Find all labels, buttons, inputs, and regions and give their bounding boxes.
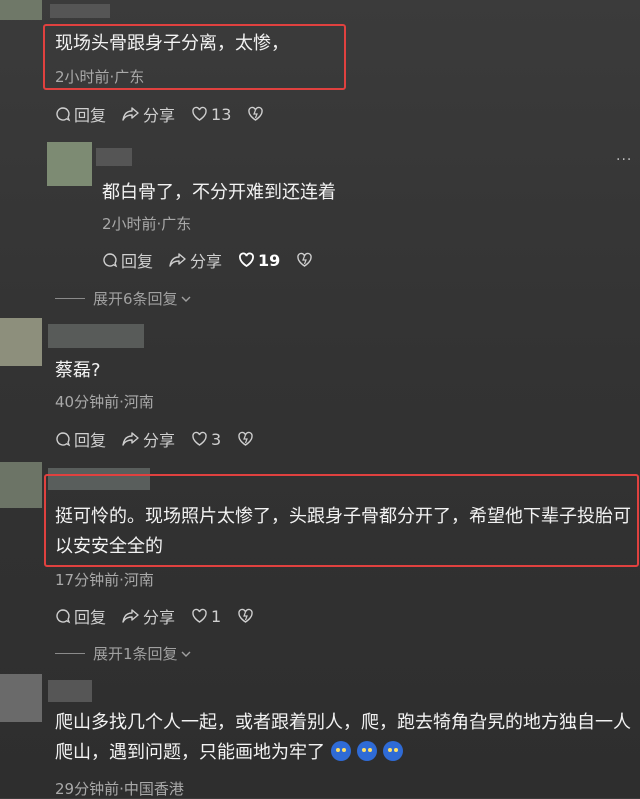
share-label: 分享	[143, 106, 176, 125]
comment-text: 爬山多找几个人一起，或者跟着别人，爬，跑去犄角旮旯的地方独自一人爬山，遇到问题，…	[55, 708, 635, 768]
comment-actions: 回复 分享 1	[55, 604, 273, 628]
reply-label: 回复	[74, 431, 107, 450]
dislike-heart-icon	[238, 431, 253, 446]
comment-text: 蔡磊?	[55, 360, 101, 381]
comment-meta: 2小时前·广东	[55, 68, 145, 86]
dislike-heart-icon	[297, 252, 313, 267]
expand-replies-button[interactable]: 展开1条回复	[55, 643, 192, 664]
comment-text: 挺可怜的。现场照片太惨了，头跟身子骨都分开了，希望他下辈子投胎可以安安全全的	[55, 506, 631, 557]
reply-button[interactable]: 回复	[55, 427, 106, 451]
comment-meta: 40分钟前·河南	[55, 393, 154, 411]
username-blurred[interactable]	[48, 680, 92, 702]
share-button[interactable]: 分享	[122, 102, 175, 126]
heart-icon	[239, 252, 254, 268]
avatar[interactable]	[0, 0, 42, 20]
share-button[interactable]: 分享	[122, 427, 175, 451]
expand-label: 展开1条回复	[93, 645, 178, 663]
crying-emoji-icon	[357, 741, 377, 761]
username-blurred[interactable]	[48, 324, 144, 348]
comment-actions: 回复 分享 13	[55, 102, 283, 126]
expand-replies-button[interactable]: 展开6条回复	[55, 288, 192, 309]
comment-meta: 17分钟前·河南	[55, 571, 154, 589]
expand-label: 展开6条回复	[93, 290, 178, 308]
divider	[55, 653, 85, 654]
dislike-heart-icon	[248, 106, 264, 121]
chevron-down-icon	[181, 651, 191, 657]
comment-meta: 2小时前·广东	[102, 215, 192, 233]
comment-actions: 回复 分享 19	[102, 248, 332, 272]
reply-button[interactable]: 回复	[55, 102, 106, 126]
crying-emoji-icon	[331, 741, 351, 761]
share-icon	[122, 432, 139, 446]
avatar[interactable]	[0, 462, 42, 508]
comment-icon	[56, 107, 71, 122]
comment-icon	[56, 609, 71, 624]
more-options-button[interactable]: ···	[616, 152, 632, 168]
username-blurred[interactable]	[96, 148, 132, 166]
like-button[interactable]: 19	[238, 251, 280, 270]
like-button[interactable]: 13	[191, 105, 231, 124]
share-button[interactable]: 分享	[122, 604, 175, 628]
share-icon	[122, 609, 139, 623]
dislike-button[interactable]	[296, 252, 316, 268]
dislike-button[interactable]	[237, 431, 257, 447]
comment-text: 都白骨了，不分开难到还连着	[102, 182, 336, 203]
like-button[interactable]: 1	[191, 607, 221, 626]
reply-button[interactable]: 回复	[102, 248, 153, 272]
share-button[interactable]: 分享	[169, 248, 222, 272]
dislike-button[interactable]	[247, 106, 267, 122]
share-label: 分享	[143, 431, 176, 450]
heart-icon	[192, 608, 207, 623]
comment-meta: 29分钟前·中国香港	[55, 780, 184, 798]
comment-icon	[103, 253, 118, 268]
like-count: 13	[211, 104, 232, 124]
reply-label: 回复	[74, 608, 107, 627]
crying-emoji-icon	[383, 741, 403, 761]
like-count: 1	[211, 606, 222, 626]
like-count: 3	[211, 429, 222, 449]
avatar[interactable]	[0, 674, 42, 722]
like-button[interactable]: 3	[191, 430, 221, 449]
username-blurred[interactable]	[50, 4, 110, 18]
share-icon	[169, 253, 186, 267]
reply-label: 回复	[74, 106, 107, 125]
share-label: 分享	[190, 252, 223, 271]
chevron-down-icon	[181, 296, 191, 302]
heart-icon	[192, 431, 207, 446]
divider	[55, 298, 85, 299]
comment-text: 现场头骨跟身子分离，太惨，	[55, 33, 289, 54]
like-count: 19	[258, 250, 281, 270]
dislike-heart-icon	[238, 608, 253, 623]
comment-actions: 回复 分享 3	[55, 427, 273, 451]
comment-icon	[56, 432, 71, 447]
share-icon	[122, 107, 139, 121]
dislike-button[interactable]	[237, 608, 257, 624]
reply-button[interactable]: 回复	[55, 604, 106, 628]
reply-label: 回复	[121, 252, 154, 271]
heart-icon	[192, 106, 207, 121]
avatar[interactable]	[0, 318, 42, 366]
avatar[interactable]	[47, 142, 92, 186]
share-label: 分享	[143, 608, 176, 627]
